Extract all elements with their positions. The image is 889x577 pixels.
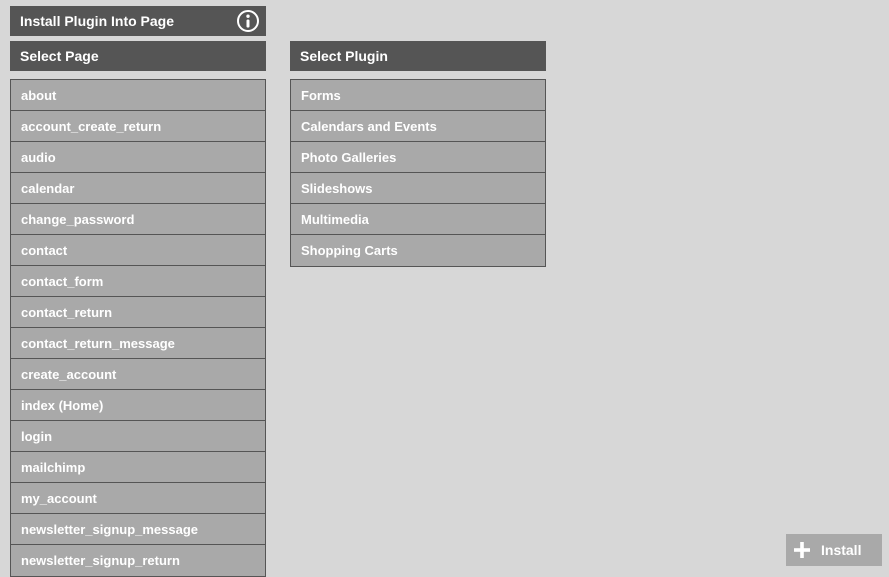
page-list-item[interactable]: contact_return xyxy=(11,297,265,328)
page-list-item[interactable]: audio xyxy=(11,142,265,173)
page-list-item[interactable]: newsletter_signup_message xyxy=(11,514,265,545)
page-list-item[interactable]: create_account xyxy=(11,359,265,390)
select-plugin-header: Select Plugin xyxy=(290,41,546,71)
page-list: aboutaccount_create_returnaudiocalendarc… xyxy=(10,79,266,577)
left-column: Install Plugin Into Page Select Page abo… xyxy=(10,6,266,577)
plus-icon xyxy=(793,541,811,559)
plugin-list-item[interactable]: Slideshows xyxy=(291,173,545,204)
page-list-item[interactable]: contact_return_message xyxy=(11,328,265,359)
page-list-item[interactable]: account_create_return xyxy=(11,111,265,142)
page-list-item[interactable]: my_account xyxy=(11,483,265,514)
install-button-label: Install xyxy=(821,542,861,558)
page-list-item[interactable]: index (Home) xyxy=(11,390,265,421)
title-bar-label: Install Plugin Into Page xyxy=(20,13,174,29)
install-button[interactable]: Install xyxy=(786,534,882,566)
page-list-item[interactable]: login xyxy=(11,421,265,452)
select-plugin-header-label: Select Plugin xyxy=(300,48,388,64)
select-page-header: Select Page xyxy=(10,41,266,71)
right-column: Select Plugin FormsCalendars and EventsP… xyxy=(290,41,546,267)
page-list-item[interactable]: calendar xyxy=(11,173,265,204)
page-list-item[interactable]: change_password xyxy=(11,204,265,235)
page-list-item[interactable]: contact_form xyxy=(11,266,265,297)
page-list-item[interactable]: about xyxy=(11,80,265,111)
select-page-header-label: Select Page xyxy=(20,48,99,64)
plugin-list: FormsCalendars and EventsPhoto Galleries… xyxy=(290,79,546,267)
page-list-item[interactable]: newsletter_signup_return xyxy=(11,545,265,576)
plugin-list-item[interactable]: Forms xyxy=(291,80,545,111)
plugin-list-item[interactable]: Calendars and Events xyxy=(291,111,545,142)
title-bar: Install Plugin Into Page xyxy=(10,6,266,36)
page-list-item[interactable]: mailchimp xyxy=(11,452,265,483)
plugin-list-item[interactable]: Multimedia xyxy=(291,204,545,235)
plugin-list-item[interactable]: Shopping Carts xyxy=(291,235,545,266)
page-list-item[interactable]: contact xyxy=(11,235,265,266)
info-icon[interactable] xyxy=(237,10,259,32)
plugin-list-item[interactable]: Photo Galleries xyxy=(291,142,545,173)
